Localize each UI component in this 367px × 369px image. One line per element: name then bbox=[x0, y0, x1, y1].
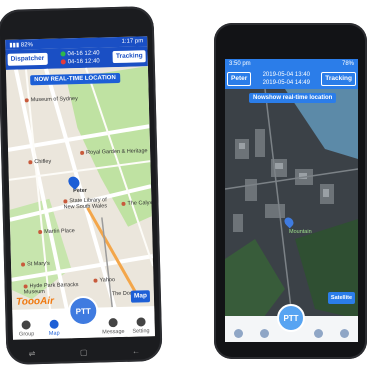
peter-button[interactable]: Peter bbox=[227, 72, 252, 86]
map-label: Hyde Park Barracks Museum bbox=[23, 282, 79, 296]
map-pin-icon bbox=[259, 329, 269, 338]
tab-message[interactable]: Message bbox=[100, 318, 126, 336]
home-icon[interactable]: ▢ bbox=[80, 347, 88, 356]
tab-group[interactable]: Group bbox=[13, 320, 39, 338]
end-time: 2019-05-04 14:49 bbox=[262, 80, 310, 86]
place-pin-icon bbox=[63, 198, 68, 203]
map-label: Martin Place bbox=[38, 228, 75, 235]
tracking-button[interactable]: Tracking bbox=[112, 50, 146, 64]
status-bar: 3:50 pm 78% bbox=[225, 59, 358, 69]
tab-map[interactable]: Map bbox=[41, 319, 67, 337]
battery-level: 78% bbox=[341, 61, 354, 67]
place-pin-icon bbox=[93, 278, 98, 283]
group-icon bbox=[21, 320, 32, 330]
end-dot-icon bbox=[60, 59, 66, 65]
right-phone: 3:50 pm 78% Peter 2019-05-04 13:40 2019-… bbox=[214, 23, 367, 359]
dispatcher-button[interactable]: Dispatcher bbox=[7, 52, 48, 66]
right-screen: 3:50 pm 78% Peter 2019-05-04 13:40 2019-… bbox=[225, 59, 358, 342]
left-phone: ▮▮▮ 82% 1:17 pm Dispatcher 04-16 12:40 0… bbox=[0, 6, 163, 365]
time-range: 04-16 12:40 04-16 12:40 bbox=[60, 49, 100, 66]
map-label: St Mary's bbox=[20, 261, 50, 268]
place-pin-icon bbox=[80, 150, 85, 155]
map-label: State Library of New South Wales bbox=[63, 197, 108, 211]
place-pin-icon bbox=[20, 262, 26, 267]
android-nav-bar: ⇌ ▢ ← bbox=[6, 341, 162, 363]
map-type-button[interactable]: Map bbox=[130, 290, 151, 303]
message-icon bbox=[314, 329, 324, 338]
gear-icon bbox=[136, 317, 146, 327]
tab-spacer bbox=[69, 336, 99, 337]
status-icons: ▮▮▮ 82% bbox=[9, 41, 33, 49]
place-pin-icon bbox=[28, 159, 33, 164]
tracking-button[interactable]: Tracking bbox=[321, 72, 356, 86]
realtime-banner: Nowshow real-time location bbox=[249, 93, 337, 103]
tab-group[interactable] bbox=[225, 329, 251, 340]
time-range: 2019-05-04 13:40 2019-05-04 14:49 bbox=[263, 71, 310, 87]
place-pin-icon bbox=[38, 229, 43, 234]
tab-setting[interactable] bbox=[332, 329, 358, 340]
map-label: Yahoo bbox=[93, 277, 115, 284]
status-time: 3:50 pm bbox=[229, 61, 251, 67]
map-label: Chifley bbox=[28, 159, 51, 166]
tab-map[interactable] bbox=[251, 329, 277, 340]
tab-message[interactable] bbox=[306, 329, 332, 340]
place-pin-icon bbox=[23, 283, 28, 289]
top-bar: Peter 2019-05-04 13:40 2019-05-04 14:49 … bbox=[225, 69, 358, 89]
group-icon bbox=[233, 329, 243, 338]
place-label: Mountain bbox=[289, 229, 312, 235]
start-time: 2019-05-04 13:40 bbox=[262, 72, 310, 78]
tab-setting[interactable]: Setting bbox=[128, 317, 154, 335]
recent-apps-icon[interactable]: ⇌ bbox=[29, 349, 36, 358]
back-icon[interactable]: ← bbox=[132, 346, 140, 355]
message-icon bbox=[108, 318, 118, 328]
map-pin-icon bbox=[49, 319, 59, 329]
status-time: 1:17 pm bbox=[121, 38, 144, 45]
place-pin-icon bbox=[24, 97, 29, 102]
place-pin-icon bbox=[121, 201, 126, 206]
gear-icon bbox=[340, 329, 350, 338]
left-screen: ▮▮▮ 82% 1:17 pm Dispatcher 04-16 12:40 0… bbox=[5, 36, 155, 340]
start-dot-icon bbox=[60, 51, 66, 57]
satellite-button[interactable]: Satellite bbox=[327, 292, 355, 304]
ptt-button[interactable]: PTT bbox=[277, 304, 305, 332]
end-time: 04-16 12:40 bbox=[60, 57, 100, 66]
map-label: The Calyx bbox=[121, 200, 152, 207]
brand-logo: ToooAir bbox=[15, 295, 55, 308]
